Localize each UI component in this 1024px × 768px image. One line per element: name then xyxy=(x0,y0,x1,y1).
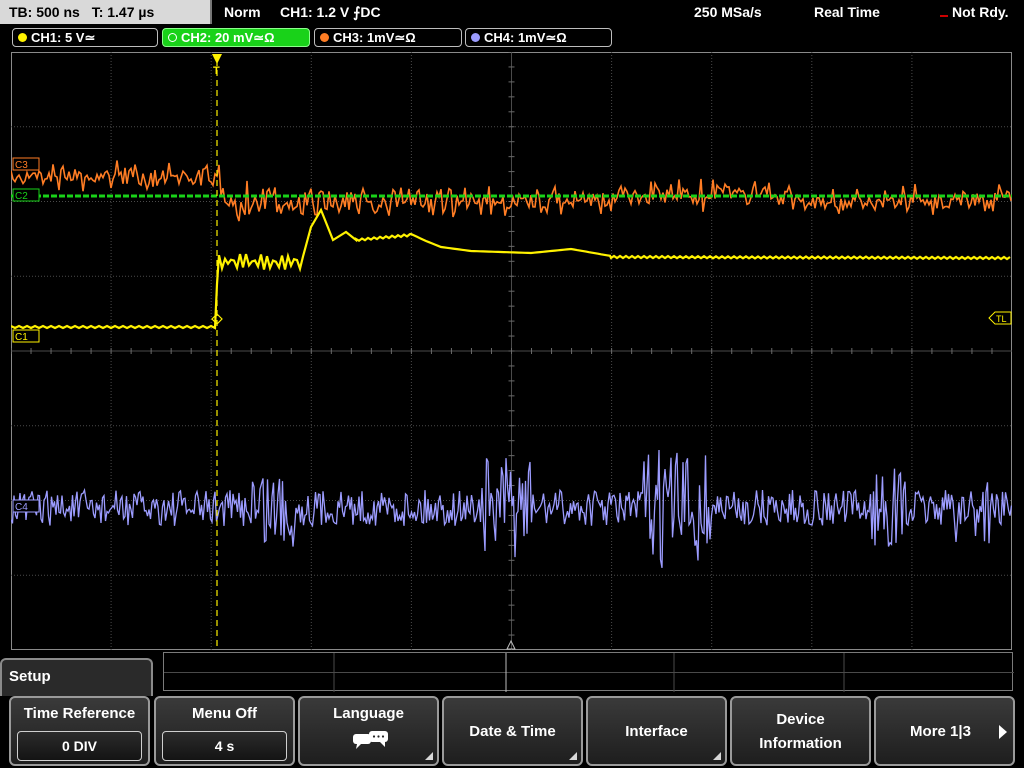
acquisition-state: Not Rdy. xyxy=(952,4,1009,20)
device-information-label-1: Device xyxy=(776,711,825,728)
menu-off-value: 4 s xyxy=(162,731,287,761)
time-reference-value: 0 DIV xyxy=(17,731,142,761)
channel-3-tab[interactable]: CH3: 1mV≃Ω xyxy=(314,28,462,47)
trigger-time-value: T: 1.47 µs xyxy=(91,4,155,20)
state-indicator xyxy=(940,15,948,17)
device-information-label-2: Information xyxy=(759,735,842,752)
device-information-softkey[interactable]: Device Information xyxy=(730,696,871,766)
channel-3-marker[interactable]: C3 xyxy=(12,157,40,171)
channel-3-label: CH3: 1mV≃Ω xyxy=(333,30,416,45)
channel-3-marker-label: C3 xyxy=(15,160,28,171)
trigger-level-label: TL xyxy=(996,314,1007,324)
language-softkey[interactable]: Language xyxy=(298,696,439,766)
more-softkey[interactable]: More 1|3 xyxy=(874,696,1015,766)
trigger-position-label: T xyxy=(213,65,220,77)
waveform-display[interactable]: T C3 C2 C1 C4 TL xyxy=(11,52,1012,650)
menu-title-tab: Setup xyxy=(0,658,153,698)
channel-2-dot-icon xyxy=(168,33,177,42)
speech-bubbles-icon xyxy=(353,731,388,749)
channel-4-dot-icon xyxy=(471,33,480,42)
more-label: More 1|3 xyxy=(910,723,971,740)
time-reference-softkey[interactable]: Time Reference 0 DIV xyxy=(9,696,150,766)
softkey-bar: Time Reference 0 DIV Menu Off 4 s Langua… xyxy=(0,696,1024,768)
trigger-info[interactable]: CH1: 1.2 V ⨍DC xyxy=(280,0,381,24)
submenu-corner-icon xyxy=(425,752,433,760)
timebase-box[interactable]: TB: 500 ns T: 1.47 µs xyxy=(0,0,212,24)
channel-2-label: CH2: 20 mV≃Ω xyxy=(181,30,275,45)
menu-off-label: Menu Off xyxy=(192,705,257,722)
menu-off-softkey[interactable]: Menu Off 4 s xyxy=(154,696,295,766)
channel-3-dot-icon xyxy=(320,33,329,42)
language-label: Language xyxy=(333,705,404,722)
submenu-corner-icon xyxy=(569,752,577,760)
channel-1-dot-icon xyxy=(18,33,27,42)
channel-2-marker[interactable]: C2 xyxy=(12,188,40,202)
channel-4-tab[interactable]: CH4: 1mV≃Ω xyxy=(465,28,612,47)
timebase-value: TB: 500 ns xyxy=(9,4,80,20)
channel-1-marker-label: C1 xyxy=(15,332,28,343)
channel-4-marker-label: C4 xyxy=(15,502,28,513)
acquisition-realtime: Real Time xyxy=(814,4,880,20)
channel-2-tab[interactable]: CH2: 20 mV≃Ω xyxy=(162,28,310,47)
overview-bar xyxy=(163,652,1014,692)
channel-2-marker-label: C2 xyxy=(15,191,28,202)
interface-softkey[interactable]: Interface xyxy=(586,696,727,766)
menu-title: Setup xyxy=(9,668,51,685)
channel-1-marker[interactable]: C1 xyxy=(12,329,40,343)
channel-bar: CH1: 5 V≃ CH2: 20 mV≃Ω CH3: 1mV≃Ω CH4: 1… xyxy=(0,26,1024,50)
channel-1-tab[interactable]: CH1: 5 V≃ xyxy=(12,28,158,47)
channel-4-label: CH4: 1mV≃Ω xyxy=(484,30,567,45)
time-reference-label: Time Reference xyxy=(23,705,136,722)
date-time-label: Date & Time xyxy=(469,723,556,740)
interface-label: Interface xyxy=(625,723,688,740)
status-bar: TB: 500 ns T: 1.47 µs Norm CH1: 1.2 V ⨍D… xyxy=(0,0,1024,26)
acquisition-mode[interactable]: Norm xyxy=(224,0,261,24)
right-arrow-icon xyxy=(999,725,1007,739)
channel-1-label: CH1: 5 V≃ xyxy=(31,30,96,45)
channel-4-marker[interactable]: C4 xyxy=(12,499,40,513)
date-time-softkey[interactable]: Date & Time xyxy=(442,696,583,766)
submenu-corner-icon xyxy=(713,752,721,760)
sample-rate: 250 MSa/s xyxy=(694,4,762,20)
